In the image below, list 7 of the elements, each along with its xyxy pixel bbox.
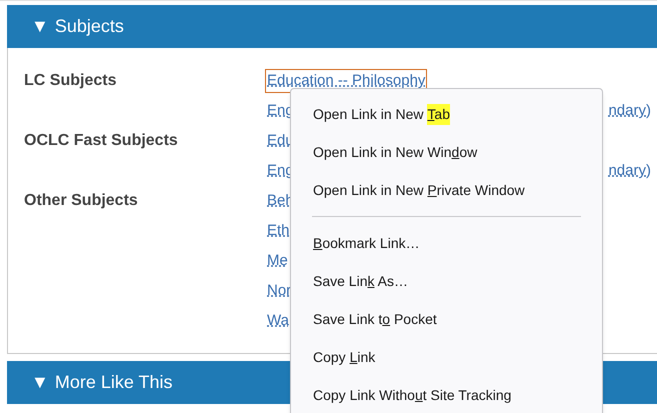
subject-label: OCLC Fast Subjects [24, 131, 178, 151]
section-title: Subjects [54, 15, 124, 38]
subject-label: LC Subjects [24, 71, 116, 91]
subject-label: Other Subjects [24, 191, 138, 211]
toggle-icon: ▼ [31, 369, 49, 396]
section-title: More Like This [54, 371, 173, 394]
toggle-icon: ▼ [31, 13, 49, 40]
